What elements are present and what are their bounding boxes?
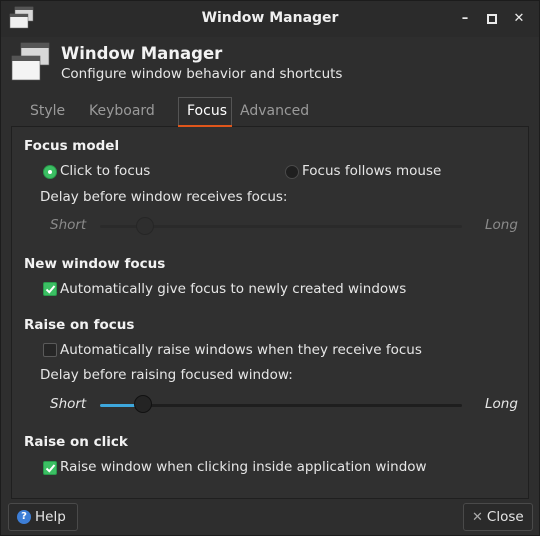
focus-delay-max-label: Long [485, 217, 518, 233]
raise-on-click-title: Raise on click [24, 434, 128, 450]
close-button-label: Close [486, 509, 524, 525]
help-button[interactable]: ? Help [8, 503, 78, 531]
tab-bar: Style Keyboard Focus Advanced [11, 97, 529, 128]
focus-tab-panel: Focus model Click to focus Focus follows… [11, 127, 529, 499]
focus-delay-label: Delay before window receives focus: [40, 189, 288, 205]
dialog-header: Window Manager Configure window behavior… [1, 37, 539, 93]
focus-follows-mouse-radio[interactable] [285, 165, 299, 179]
raise-on-focus-title: Raise on focus [24, 317, 135, 333]
tab-keyboard[interactable]: Keyboard [89, 103, 155, 119]
focus-delay-slider-track [100, 225, 462, 228]
raise-on-click-checkbox[interactable] [43, 461, 57, 475]
checkmark-icon [45, 285, 56, 294]
raise-delay-slider-track [100, 404, 462, 407]
raise-on-click-label[interactable]: Raise window when clicking inside applic… [60, 459, 427, 475]
window-manager-dialog: Window Manager – ✕ Window Manager Config… [0, 0, 540, 536]
new-window-focus-label[interactable]: Automatically give focus to newly create… [60, 281, 406, 297]
checkmark-icon [45, 464, 56, 473]
raise-on-focus-label[interactable]: Automatically raise windows when they re… [60, 342, 422, 358]
header-subtitle: Configure window behavior and shortcuts [61, 66, 343, 82]
new-window-focus-checkbox[interactable] [43, 282, 57, 296]
window-manager-large-icon [11, 42, 50, 81]
focus-delay-slider[interactable] [136, 217, 154, 235]
raise-delay-label: Delay before raising focused window: [40, 367, 293, 383]
close-button[interactable]: ✕ Close [463, 503, 533, 531]
tab-focus[interactable]: Focus [187, 103, 227, 119]
tab-advanced[interactable]: Advanced [240, 103, 309, 119]
close-window-icon[interactable]: ✕ [510, 10, 528, 28]
focus-model-title: Focus model [24, 138, 120, 154]
raise-on-focus-checkbox[interactable] [43, 343, 57, 357]
tab-style[interactable]: Style [30, 103, 65, 119]
title-bar[interactable]: Window Manager – ✕ [1, 1, 539, 37]
raise-delay-max-label: Long [485, 396, 518, 412]
focus-follows-mouse-label[interactable]: Focus follows mouse [302, 163, 441, 179]
focus-delay-min-label: Short [50, 217, 87, 233]
minimize-icon[interactable]: – [456, 10, 474, 28]
click-to-focus-radio[interactable] [43, 165, 57, 179]
header-title: Window Manager [61, 44, 223, 63]
close-icon: ✕ [472, 509, 483, 525]
help-icon: ? [17, 510, 31, 524]
new-window-focus-title: New window focus [24, 256, 166, 272]
raise-delay-slider[interactable] [134, 395, 153, 413]
maximize-icon[interactable] [483, 10, 501, 28]
raise-delay-min-label: Short [50, 396, 87, 412]
help-button-label: Help [35, 509, 66, 525]
click-to-focus-label[interactable]: Click to focus [60, 163, 150, 179]
